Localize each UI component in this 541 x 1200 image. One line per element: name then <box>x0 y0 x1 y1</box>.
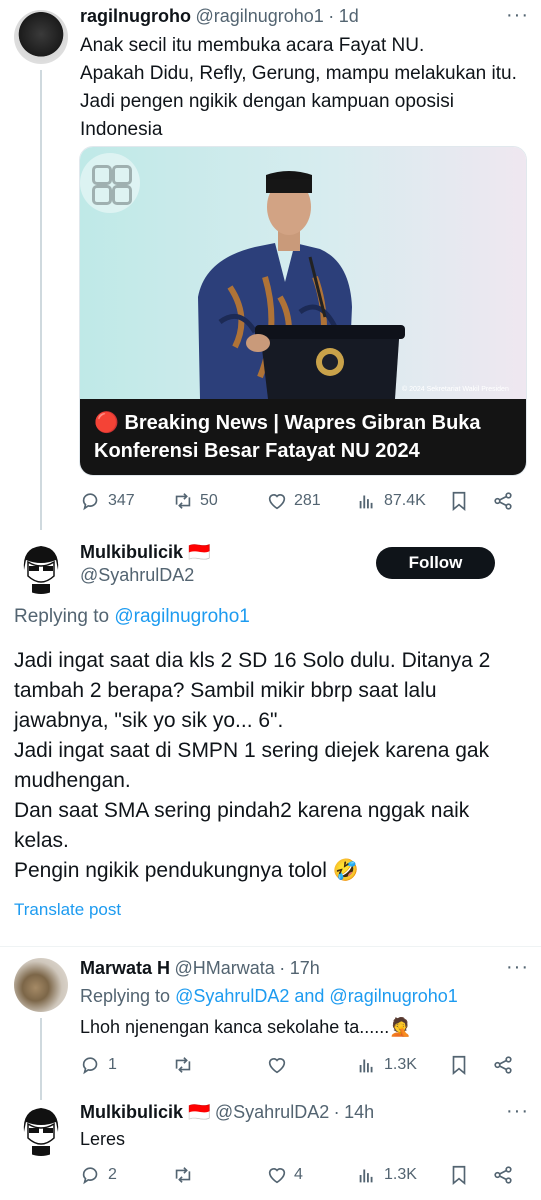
reply-icon <box>82 493 98 511</box>
bookmark-button[interactable] <box>448 1164 470 1186</box>
media-caption[interactable]: 🔴 Breaking News | Wapres Gibran Buka Kon… <box>80 399 526 475</box>
tweet2-text: Jadi ingat saat dia kls 2 SD 16 Solo dul… <box>14 649 491 882</box>
avatar-marwata[interactable] <box>14 958 68 1012</box>
tweet1-text: Anak secil itu membuka acara Fayat NU. A… <box>80 35 517 140</box>
reply-icon <box>82 1057 98 1075</box>
views-icon <box>359 1059 373 1073</box>
views-button[interactable]: 87.4K <box>356 490 426 512</box>
reply-icon <box>82 1167 98 1185</box>
retweet-icon <box>175 1057 191 1073</box>
avatar-illustration <box>23 1108 59 1156</box>
heart-icon <box>268 1058 286 1074</box>
reply-count: 1 <box>108 1056 117 1073</box>
replying-to-link[interactable]: @ragilnugroho1 <box>114 606 250 627</box>
author-handle[interactable]: @SyahrulDA2 <box>215 1102 329 1122</box>
views-count: 87.4K <box>384 492 426 509</box>
replying-to: Replying to @ragilnugroho1 <box>14 606 250 627</box>
retweet-button[interactable] <box>172 1164 200 1186</box>
like-button[interactable] <box>266 1054 294 1076</box>
media-watermark: © 2024 Sekretariat Wakil Presiden <box>402 385 509 393</box>
bookmark-icon <box>452 491 466 512</box>
reply-count: 2 <box>108 1166 117 1183</box>
views-count: 1.3K <box>384 1166 417 1183</box>
bookmark-button[interactable] <box>448 490 470 512</box>
share-icon <box>494 1056 512 1074</box>
media-card[interactable]: © 2024 Sekretariat Wakil Presiden 🔴 Brea… <box>79 146 527 476</box>
tweet1-header: ragilnugroho @ragilnugroho1 · 1d <box>80 6 359 26</box>
author-name[interactable]: Mulkibulicik 🇮🇩 <box>80 1102 210 1122</box>
avatar-mulkibulicik[interactable] <box>14 540 68 594</box>
share-button[interactable] <box>492 1164 514 1186</box>
author-handle[interactable]: @SyahrulDA2 <box>80 565 210 586</box>
retweet-icon <box>175 1167 191 1183</box>
retweet-icon <box>175 493 191 509</box>
views-icon <box>359 495 373 509</box>
views-button[interactable]: 1.3K <box>356 1054 417 1076</box>
like-count: 281 <box>294 492 321 509</box>
timestamp[interactable]: 17h <box>290 958 320 978</box>
author-handle[interactable]: @HMarwata <box>174 958 274 978</box>
share-icon <box>494 492 512 510</box>
replying-to: Replying to @SyahrulDA2 and @ragilnugroh… <box>80 986 458 1006</box>
views-icon <box>359 1169 373 1183</box>
share-icon <box>494 1166 512 1184</box>
avatar-illustration <box>23 546 59 594</box>
tweet2-header: Mulkibulicik 🇮🇩 @SyahrulDA2 <box>80 542 210 586</box>
thread-line <box>40 1018 42 1100</box>
tweet3-header: Marwata H @HMarwata · 17h <box>80 958 320 978</box>
more-icon[interactable]: ··· <box>506 1100 529 1123</box>
like-button[interactable]: 281 <box>266 490 321 512</box>
video-thumbnail: © 2024 Sekretariat Wakil Presiden <box>80 147 526 399</box>
timestamp[interactable]: 1d <box>339 6 359 26</box>
share-button[interactable] <box>492 490 514 512</box>
heart-icon <box>268 494 286 510</box>
reply-count: 347 <box>108 492 135 509</box>
translate-post-link[interactable]: Translate post <box>14 900 121 920</box>
tweet4-header: Mulkibulicik 🇮🇩 @SyahrulDA2 · 14h <box>80 1102 375 1122</box>
heart-icon <box>268 1168 286 1184</box>
tweet3-text: Lhoh njenengan kanca sekolahe ta......🤦 <box>80 1017 412 1037</box>
like-button[interactable]: 4 <box>266 1164 303 1186</box>
views-button[interactable]: 1.3K <box>356 1164 417 1186</box>
avatar-ragilnugroho[interactable] <box>14 10 68 64</box>
follow-button[interactable]: Follow <box>376 547 495 579</box>
bookmark-icon <box>452 1055 466 1076</box>
more-icon[interactable]: ··· <box>506 956 529 979</box>
tweet4-actions: 2 4 1.3K <box>80 1164 520 1188</box>
author-handle[interactable]: @ragilnugroho1 <box>195 6 323 26</box>
retweet-button[interactable]: 50 <box>172 490 218 512</box>
retweet-button[interactable] <box>172 1054 200 1076</box>
channel-logo-icon <box>80 153 140 213</box>
retweet-count: 50 <box>200 492 218 509</box>
replying-to-link[interactable]: @SyahrulDA2 and @ragilnugroho1 <box>175 986 458 1006</box>
divider <box>0 946 541 947</box>
views-count: 1.3K <box>384 1056 417 1073</box>
more-icon[interactable]: ··· <box>506 4 529 27</box>
reply-button[interactable]: 1 <box>80 1054 117 1076</box>
author-name[interactable]: ragilnugroho <box>80 6 191 26</box>
reply-button[interactable]: 2 <box>80 1164 117 1186</box>
tweet4-text: Leres <box>80 1129 126 1149</box>
tweet1-actions: 347 50 281 87.4K <box>80 490 520 514</box>
share-button[interactable] <box>492 1054 514 1076</box>
reply-button[interactable]: 347 <box>80 490 135 512</box>
avatar-mulkibulicik[interactable] <box>14 1102 68 1156</box>
bookmark-button[interactable] <box>448 1054 470 1076</box>
tweet3-actions: 1 1.3K <box>80 1054 520 1078</box>
author-name[interactable]: Mulkibulicik 🇮🇩 <box>80 542 210 563</box>
like-count: 4 <box>294 1166 303 1183</box>
thread-line <box>40 70 42 530</box>
bookmark-icon <box>452 1165 466 1186</box>
timestamp[interactable]: 14h <box>344 1102 374 1122</box>
author-name[interactable]: Marwata H <box>80 958 170 978</box>
